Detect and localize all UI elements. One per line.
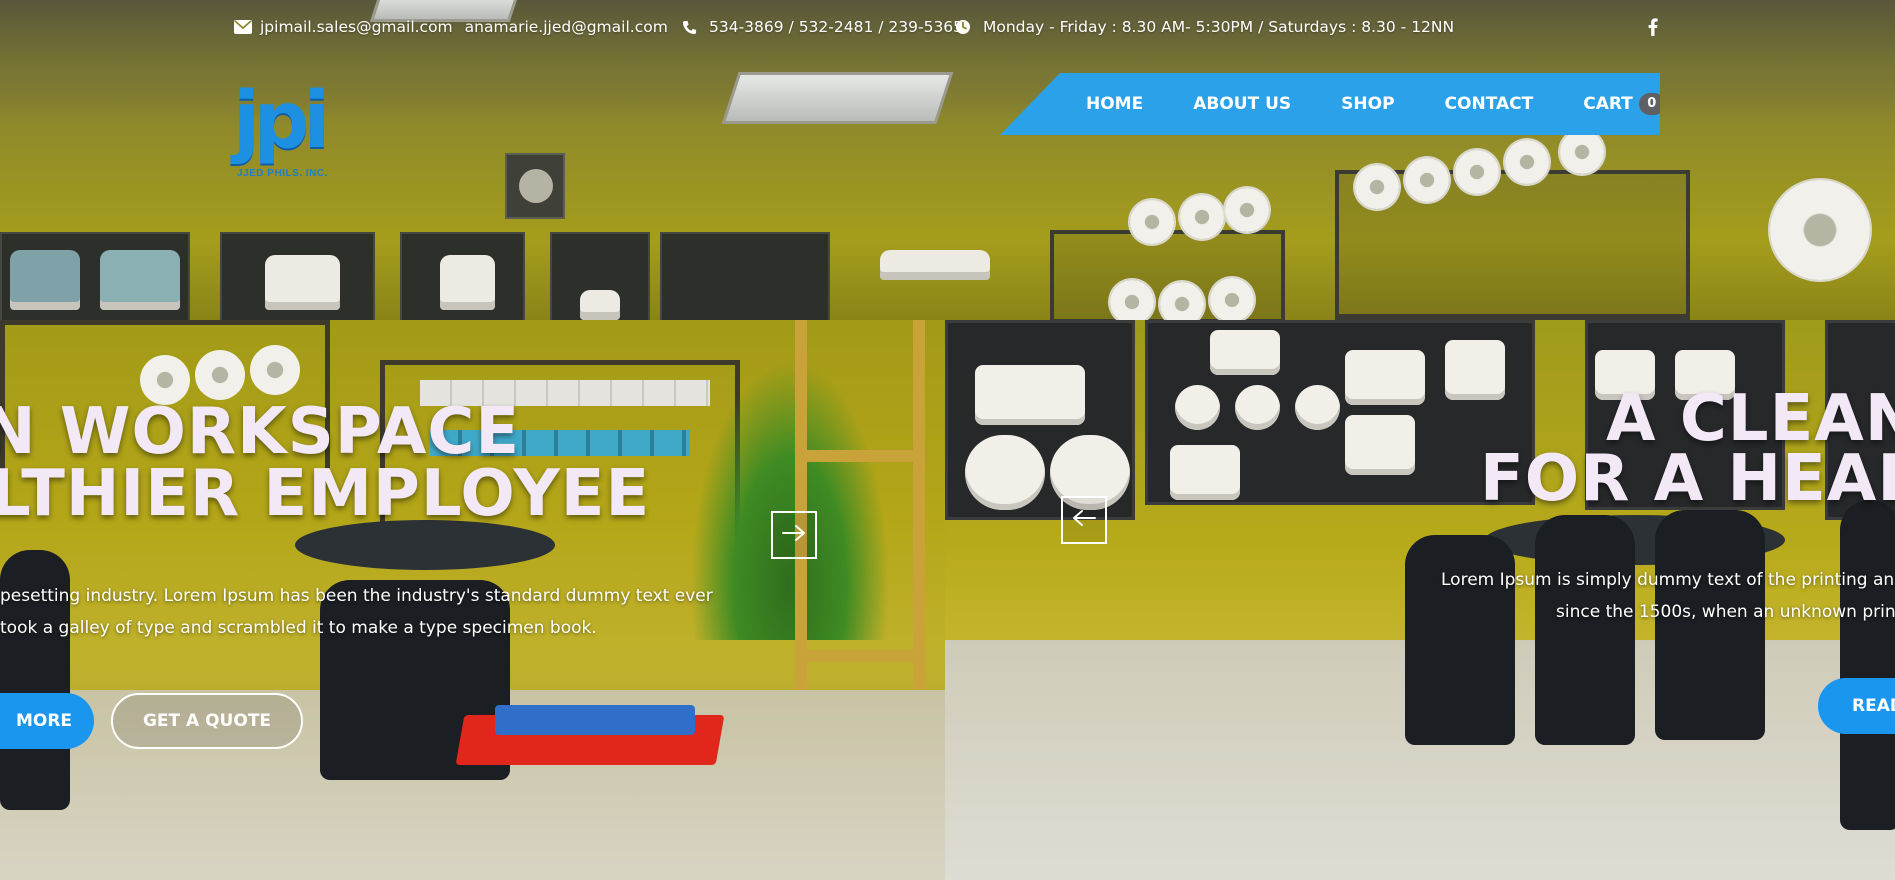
site-logo[interactable]: jpi JJED PHILS. INC. — [233, 82, 341, 184]
arrow-left-icon — [1071, 508, 1097, 533]
slide-left-headline-line2: LTHIER EMPLOYEE — [0, 457, 651, 531]
contact-topbar: jpimail.sales@gmail.com anamarie.jjed@gm… — [0, 14, 1895, 44]
dispenser-image — [965, 435, 1045, 510]
email-primary-link[interactable]: jpimail.sales@gmail.com — [260, 18, 453, 36]
paper-roll-image — [1455, 150, 1499, 194]
paper-roll-image — [1210, 278, 1254, 320]
dispenser-image — [1345, 350, 1425, 405]
paper-roll-image — [1405, 158, 1449, 202]
slide-left-text-line2: took a galley of type and scrambled it t… — [0, 618, 597, 638]
slide-right-headline-line1: A CLEAN — [1606, 382, 1895, 456]
paper-roll-image — [1770, 180, 1870, 280]
paper-roll-image — [1160, 282, 1204, 320]
facebook-link[interactable] — [1648, 18, 1658, 36]
phone-contact: 534-3869 / 532-2481 / 239-5365 — [682, 18, 963, 36]
nav-home[interactable]: HOME — [1086, 94, 1143, 114]
slide-right-headline-line2: FOR A HEAL — [1480, 442, 1895, 516]
clock-icon — [955, 19, 971, 35]
cart-label: CART — [1583, 94, 1633, 114]
dispenser-image — [1210, 330, 1280, 375]
paper-roll-image — [1505, 140, 1549, 184]
envelope-icon — [234, 20, 252, 34]
slide-left-headline-line1: N WORKSPACE — [0, 395, 521, 469]
nav-contact[interactable]: CONTACT — [1445, 94, 1534, 114]
read-more-button-right[interactable]: READ — [1818, 678, 1895, 734]
floor-mat-image — [495, 705, 695, 735]
chair-image — [1535, 515, 1635, 745]
paper-roll-image — [1130, 200, 1174, 244]
dispenser-image — [1445, 340, 1505, 400]
get-a-quote-button[interactable]: GET A QUOTE — [111, 693, 303, 749]
paper-roll-image — [250, 345, 300, 395]
dispenser-image — [1295, 385, 1340, 430]
read-more-button[interactable]: MORE — [0, 693, 94, 749]
email-contact: jpimail.sales@gmail.com anamarie.jjed@gm… — [234, 18, 668, 36]
logo-subtitle: JJED PHILS. INC. — [237, 168, 328, 179]
hours-text: Monday - Friday : 8.30 AM- 5:30PM / Satu… — [983, 18, 1455, 36]
slide-right-text-line1: Lorem Ipsum is simply dummy text of the … — [1441, 570, 1895, 590]
facebook-icon[interactable] — [1648, 18, 1658, 36]
paper-roll-image — [1560, 130, 1604, 174]
paper-roll-image — [1355, 165, 1399, 209]
business-hours: Monday - Friday : 8.30 AM- 5:30PM / Satu… — [955, 18, 1454, 36]
dispenser-image — [975, 365, 1085, 425]
wall-panel — [660, 232, 830, 320]
dispenser-image — [880, 250, 990, 280]
wall-clock-image — [505, 153, 565, 219]
dispenser-image — [1170, 445, 1240, 500]
phone-icon — [682, 20, 697, 35]
paper-roll-image — [195, 350, 245, 400]
slide-right-text-line2: since the 1500s, when an unknown printe — [1556, 602, 1895, 622]
dispenser-image — [1345, 415, 1415, 475]
dispenser-image — [100, 250, 180, 310]
dispenser-image — [10, 250, 80, 310]
read-more-label: MORE — [15, 711, 73, 731]
email-secondary-link[interactable]: anamarie.jjed@gmail.com — [465, 18, 668, 36]
paper-roll-image — [1225, 188, 1269, 232]
arrow-right-icon — [781, 523, 807, 548]
logo-mark: jpi — [233, 76, 330, 166]
paper-roll-image — [1180, 195, 1224, 239]
phone-numbers: 534-3869 / 532-2481 / 239-5365 — [709, 18, 964, 36]
dispenser-image — [440, 255, 495, 310]
main-navigation: HOME ABOUT US SHOP CONTACT CART 0 — [1000, 73, 1660, 135]
dispenser-image — [580, 290, 620, 320]
dispenser-image — [265, 255, 340, 310]
paper-roll-image — [1110, 280, 1154, 320]
slide-left-text-line1: pesetting industry. Lorem Ipsum has been… — [0, 586, 713, 606]
nav-cart[interactable]: CART 0 — [1583, 93, 1660, 115]
chair-image — [1840, 500, 1895, 830]
dispenser-image — [1175, 385, 1220, 430]
slider-next-button[interactable] — [771, 511, 817, 559]
nav-about-us[interactable]: ABOUT US — [1193, 94, 1291, 114]
read-more-label-right: READ — [1852, 696, 1895, 716]
nav-shop[interactable]: SHOP — [1341, 94, 1394, 114]
dispenser-image — [1235, 385, 1280, 430]
slider-prev-button[interactable] — [1061, 496, 1107, 544]
ceiling-light — [721, 72, 954, 124]
